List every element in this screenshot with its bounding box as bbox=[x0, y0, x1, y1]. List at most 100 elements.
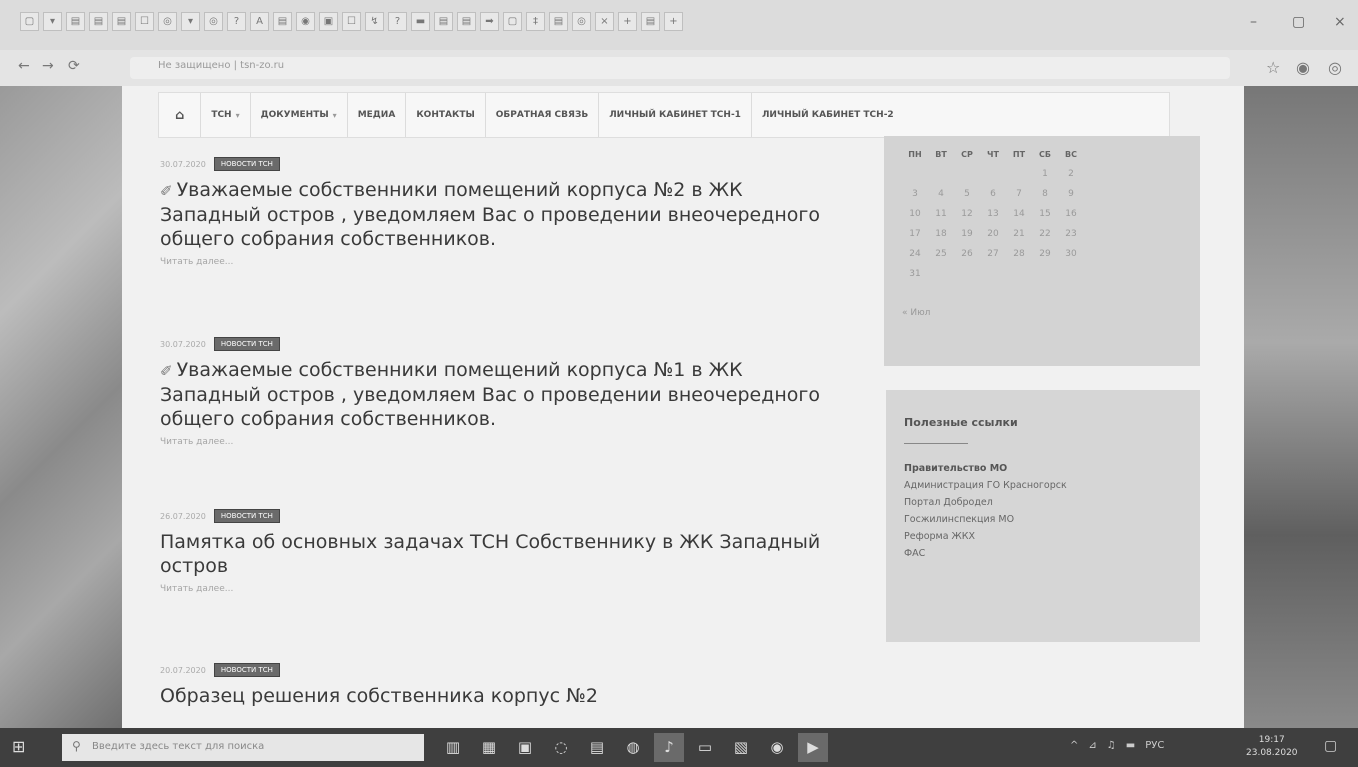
toolbar-icon[interactable]: ◎ bbox=[158, 12, 177, 31]
toolbar-icon[interactable]: ▾ bbox=[43, 12, 62, 31]
toolbar-icon[interactable]: A bbox=[250, 12, 269, 31]
site-navigation: ⌂ ТСН ▾ ДОКУМЕНТЫ ▾ МЕДИА КОНТАКТЫ ОБРАТНА… bbox=[158, 92, 1170, 138]
minimize-icon[interactable]: – bbox=[1250, 14, 1257, 30]
link-item[interactable]: Госжилинспекция МО bbox=[904, 511, 1067, 528]
category-badge[interactable]: НОВОСТИ ТСН bbox=[213, 157, 280, 171]
taskbar-app-icon[interactable]: ◌ bbox=[546, 733, 576, 762]
toolbar-icon[interactable]: ▣ bbox=[319, 12, 338, 31]
tray-icon[interactable]: РУС bbox=[1145, 740, 1164, 751]
taskbar-search-input[interactable]: ⚲ Введите здесь текст для поиска bbox=[62, 734, 424, 761]
taskbar-app-icon[interactable]: ▶ bbox=[798, 733, 828, 762]
windows-start-icon[interactable]: ⊞ bbox=[12, 738, 30, 756]
post-title-text: Уважаемые собственники помещений корпуса… bbox=[160, 179, 821, 250]
nav-item-cabinet-2[interactable]: ЛИЧНЫЙ КАБИНЕТ ТСН-2 bbox=[752, 93, 904, 137]
nav-item-contacts[interactable]: КОНТАКТЫ bbox=[406, 93, 486, 137]
category-badge[interactable]: НОВОСТИ ТСН bbox=[213, 509, 280, 523]
taskbar-app-icon[interactable]: ▧ bbox=[726, 733, 756, 762]
address-bar[interactable] bbox=[130, 57, 1230, 79]
taskbar-app-icon[interactable]: ▦ bbox=[474, 733, 504, 762]
nav-item-documents[interactable]: ДОКУМЕНТЫ ▾ bbox=[251, 93, 348, 137]
calendar-week: 10 11 12 13 14 15 16 bbox=[902, 204, 1084, 224]
toolbar-icon[interactable]: ▬ bbox=[411, 12, 430, 31]
menu-icon[interactable]: ◎ bbox=[1328, 58, 1342, 77]
calendar-prev-link[interactable]: « Июл bbox=[902, 308, 930, 318]
toolbar-icon[interactable]: ▤ bbox=[457, 12, 476, 31]
toolbar-icon[interactable]: ◎ bbox=[572, 12, 591, 31]
toolbar-icon[interactable]: + bbox=[664, 12, 683, 31]
nav-item-cabinet-1[interactable]: ЛИЧНЫЙ КАБИНЕТ ТСН-1 bbox=[599, 93, 752, 137]
post-date: 26.07.2020 bbox=[160, 511, 206, 521]
read-more-link[interactable]: Читать далее... bbox=[160, 257, 840, 267]
post-date: 30.07.2020 bbox=[160, 159, 206, 169]
calendar-day: 25 bbox=[935, 249, 947, 259]
toolbar-icon[interactable]: ↯ bbox=[365, 12, 384, 31]
calendar-day: 23 bbox=[1065, 229, 1077, 239]
calendar-day: 24 bbox=[909, 249, 921, 259]
forward-icon[interactable]: → bbox=[42, 58, 54, 74]
toolbar-icon[interactable]: × bbox=[595, 12, 614, 31]
read-more-link[interactable]: Читать далее... bbox=[160, 584, 840, 594]
taskbar-app-icon[interactable]: ▭ bbox=[690, 733, 720, 762]
maximize-icon[interactable]: ▢ bbox=[1292, 14, 1305, 30]
toolbar-icon[interactable]: ‡ bbox=[526, 12, 545, 31]
calendar-day: 14 bbox=[1013, 209, 1025, 219]
notification-icon[interactable]: ▢ bbox=[1324, 738, 1337, 754]
tray-icon[interactable]: ▬ bbox=[1126, 740, 1135, 751]
taskbar-app-icon[interactable]: ▤ bbox=[582, 733, 612, 762]
toolbar-icon[interactable]: ▢ bbox=[20, 12, 39, 31]
toolbar-icon[interactable]: ▤ bbox=[66, 12, 85, 31]
read-more-link[interactable]: Читать далее... bbox=[160, 437, 840, 447]
taskbar-app-icon[interactable]: ♪ bbox=[654, 733, 684, 762]
post-title[interactable]: Образец решения собственника корпус №2 bbox=[160, 684, 840, 708]
toolbar-icon[interactable]: ▤ bbox=[641, 12, 660, 31]
pin-icon: ✐ bbox=[160, 362, 173, 380]
toolbar-icon[interactable]: ▾ bbox=[181, 12, 200, 31]
post-title[interactable]: ✐ Уважаемые собственники помещений корпус… bbox=[160, 178, 840, 251]
toolbar-icon[interactable]: ▤ bbox=[112, 12, 131, 31]
toolbar-icon[interactable]: ? bbox=[388, 12, 407, 31]
nav-item-label: КОНТАКТЫ bbox=[416, 110, 475, 120]
toolbar-icon[interactable]: ☐ bbox=[135, 12, 154, 31]
calendar-day: 12 bbox=[961, 209, 973, 219]
nav-item-tsn[interactable]: ТСН ▾ bbox=[201, 93, 251, 137]
toolbar-icon[interactable]: ➡ bbox=[480, 12, 499, 31]
reload-icon[interactable]: ⟳ bbox=[68, 58, 80, 74]
link-item[interactable]: ФАС bbox=[904, 545, 1067, 562]
category-badge[interactable]: НОВОСТИ ТСН bbox=[213, 663, 280, 677]
link-item[interactable]: Администрация ГО Красногорск bbox=[904, 477, 1067, 494]
post-date: 30.07.2020 bbox=[160, 339, 206, 349]
star-icon[interactable]: ☆ bbox=[1266, 58, 1280, 77]
home-icon[interactable]: ⌂ bbox=[159, 93, 202, 137]
toolbar-icon[interactable]: ▤ bbox=[434, 12, 453, 31]
taskbar-app-icon[interactable]: ▥ bbox=[438, 733, 468, 762]
close-icon[interactable]: × bbox=[1334, 14, 1346, 30]
system-clock[interactable]: 19:17 23.08.2020 bbox=[1246, 734, 1298, 760]
account-icon[interactable]: ◉ bbox=[1296, 58, 1310, 77]
calendar-weekdays: ПН ВТ СР ЧТ ПТ СБ ВС bbox=[902, 144, 1084, 164]
link-item[interactable]: Правительство МО bbox=[904, 460, 1067, 477]
post-title[interactable]: Памятка об основных задачах ТСН Собствен… bbox=[160, 530, 840, 578]
toolbar-icon[interactable]: ▤ bbox=[273, 12, 292, 31]
link-item[interactable]: Реформа ЖКХ bbox=[904, 528, 1067, 545]
toolbar-icon[interactable]: ▢ bbox=[503, 12, 522, 31]
link-item[interactable]: Портал Добродел bbox=[904, 494, 1067, 511]
tray-icon[interactable]: ♫ bbox=[1107, 740, 1116, 751]
post-title[interactable]: ✐ Уважаемые собственники помещений корпус… bbox=[160, 358, 840, 431]
tray-icon[interactable]: ^ bbox=[1070, 740, 1078, 751]
tray-icon[interactable]: ⊿ bbox=[1088, 740, 1096, 751]
back-icon[interactable]: ← bbox=[18, 58, 30, 74]
taskbar-app-icon[interactable]: ◉ bbox=[762, 733, 792, 762]
toolbar-icon[interactable]: ▤ bbox=[89, 12, 108, 31]
chevron-down-icon: ▾ bbox=[235, 110, 240, 120]
taskbar-app-icon[interactable]: ◍ bbox=[618, 733, 648, 762]
toolbar-icon[interactable]: ◉ bbox=[296, 12, 315, 31]
toolbar-icon[interactable]: + bbox=[618, 12, 637, 31]
taskbar-app-icon[interactable]: ▣ bbox=[510, 733, 540, 762]
toolbar-icon[interactable]: ◎ bbox=[204, 12, 223, 31]
toolbar-icon[interactable]: ▤ bbox=[549, 12, 568, 31]
toolbar-icon[interactable]: ☐ bbox=[342, 12, 361, 31]
category-badge[interactable]: НОВОСТИ ТСН bbox=[213, 337, 280, 351]
toolbar-icon[interactable]: ? bbox=[227, 12, 246, 31]
nav-item-media[interactable]: МЕДИА bbox=[348, 93, 407, 137]
nav-item-feedback[interactable]: ОБРАТНАЯ СВЯЗЬ bbox=[486, 93, 600, 137]
